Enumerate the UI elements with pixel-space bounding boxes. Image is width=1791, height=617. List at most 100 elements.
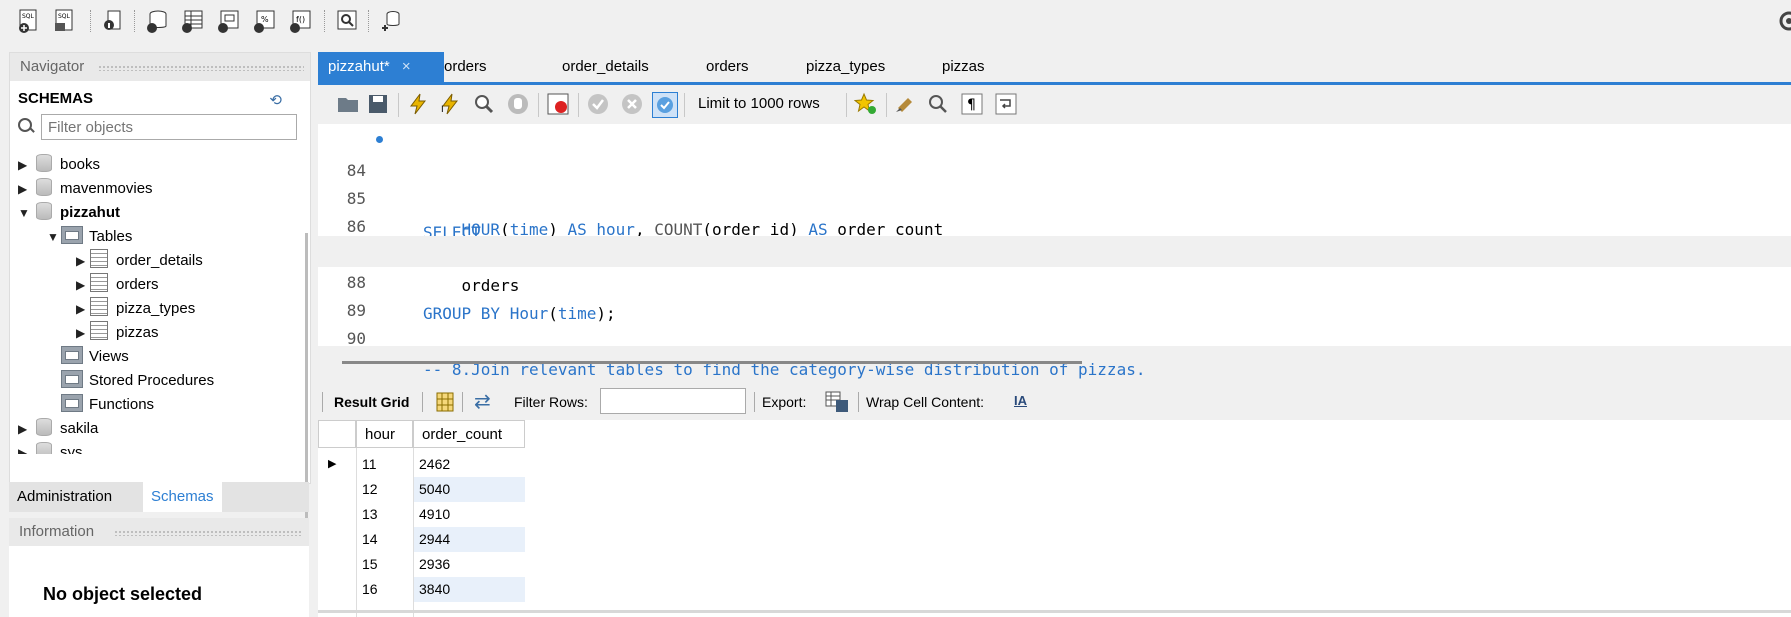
table-cell[interactable]: 14 xyxy=(356,527,413,552)
row-header-corner xyxy=(318,420,356,448)
table-cell[interactable]: 12 xyxy=(356,477,413,502)
table-cell[interactable]: 16 xyxy=(356,577,413,602)
svg-text:SQL: SQL xyxy=(58,13,71,20)
tree-item-sakila[interactable]: ▶ sakila xyxy=(18,417,98,441)
tab-pizza-types[interactable]: pizza_types xyxy=(796,52,885,82)
tree-item-mavenmovies[interactable]: ▶ mavenmovies xyxy=(18,177,153,201)
results-horizontal-scrollbar[interactable] xyxy=(318,610,1791,613)
filter-rows-input[interactable] xyxy=(600,388,746,414)
tree-item-functions[interactable]: Functions xyxy=(61,393,154,417)
stop-icon[interactable] xyxy=(506,92,530,116)
tree-item-stored-procedures[interactable]: Stored Procedures xyxy=(61,369,214,393)
tree-label: Functions xyxy=(89,396,155,413)
wrap-cell-icon[interactable]: IA xyxy=(1014,393,1027,408)
expand-arrow-icon[interactable]: ▶ xyxy=(18,441,32,454)
collapse-arrow-icon[interactable]: ▼ xyxy=(18,201,32,225)
grid-layout-icon[interactable] xyxy=(436,392,454,412)
autocommit-toggle-icon[interactable] xyxy=(652,92,678,118)
expand-arrow-icon[interactable]: ▶ xyxy=(18,153,32,177)
toolbar-separator xyxy=(422,392,423,412)
column-header-order-count[interactable]: order_count xyxy=(413,420,525,448)
expand-arrow-icon[interactable]: ▶ xyxy=(18,177,32,201)
main-toolbar: SQL SQL % f() xyxy=(0,0,1791,44)
reconnect-icon[interactable] xyxy=(378,8,404,34)
limit-rows-select[interactable]: Limit to 1000 rows ▼ xyxy=(692,91,875,117)
save-icon[interactable] xyxy=(366,92,390,116)
tree-item-views[interactable]: Views xyxy=(61,345,129,369)
table-icon xyxy=(90,249,108,268)
refresh-icon[interactable]: ⟲ xyxy=(269,91,282,109)
tree-item-pizzahut[interactable]: ▼ pizzahut xyxy=(18,201,120,225)
tab-pizzas[interactable]: pizzas xyxy=(932,52,985,82)
create-procedure-icon[interactable]: % xyxy=(252,8,278,34)
tab-schemas[interactable]: Schemas xyxy=(143,482,222,512)
tree-item-tables[interactable]: ▼ Tables xyxy=(47,225,132,249)
tree-label: pizza_types xyxy=(116,300,196,317)
toggle-error-stop-icon[interactable] xyxy=(546,92,570,116)
svg-text:I: I xyxy=(441,105,444,115)
tab-orders-2[interactable]: orders xyxy=(696,52,749,82)
execute-current-icon[interactable]: I xyxy=(438,92,462,116)
expand-arrow-icon[interactable]: ▶ xyxy=(76,273,90,297)
create-table-icon[interactable] xyxy=(180,8,206,34)
close-tab-icon[interactable]: × xyxy=(402,58,411,75)
tab-pizzahut[interactable]: pizzahut* × xyxy=(318,52,444,82)
sql-editor[interactable]: 84 SELECT 85 HOUR(time) AS hour, COUNT(o… xyxy=(318,124,1791,379)
table-cell[interactable]: 2944 xyxy=(413,527,525,552)
tree-item-sys[interactable]: ▶ sys xyxy=(18,441,83,454)
expand-arrow-icon[interactable]: ▶ xyxy=(76,321,90,345)
expand-arrow-icon[interactable]: ▶ xyxy=(18,417,32,441)
tab-order-details[interactable]: order_details xyxy=(552,52,649,82)
wrap-lines-icon[interactable] xyxy=(994,92,1018,116)
header-grip[interactable] xyxy=(98,65,304,71)
toolbar-separator xyxy=(398,93,399,117)
commit-icon[interactable] xyxy=(586,92,610,116)
create-view-icon[interactable] xyxy=(216,8,242,34)
create-function-icon[interactable]: f() xyxy=(288,8,314,34)
database-icon xyxy=(36,202,52,220)
add-snippet-icon[interactable] xyxy=(854,92,878,116)
collapse-arrow-icon[interactable]: ▼ xyxy=(47,225,61,249)
table-cell[interactable]: 2462 xyxy=(413,452,525,477)
table-cell[interactable]: 3840 xyxy=(413,577,525,602)
execute-icon[interactable] xyxy=(406,92,430,116)
current-row-arrow-icon: ▶ xyxy=(328,458,337,470)
table-cell[interactable]: 2936 xyxy=(413,552,525,577)
settings-gear-icon[interactable] xyxy=(1776,8,1791,34)
editor-horizontal-scrollbar[interactable] xyxy=(342,361,1082,364)
tree-item-pizza-types[interactable]: ▶ pizza_types xyxy=(76,297,195,321)
explain-icon[interactable] xyxy=(472,92,496,116)
beautify-icon[interactable] xyxy=(894,92,918,116)
column-header-hour[interactable]: hour xyxy=(356,420,413,448)
new-sql-tab-icon[interactable]: SQL xyxy=(16,8,42,34)
tree-item-orders[interactable]: ▶ orders xyxy=(76,273,159,297)
find-icon[interactable] xyxy=(926,92,950,116)
tree-item-books[interactable]: ▶ books xyxy=(18,153,100,177)
table-icon xyxy=(90,321,108,340)
result-grid-label[interactable]: Result Grid xyxy=(334,394,409,410)
header-grip[interactable] xyxy=(114,530,303,536)
expand-arrow-icon[interactable]: ▶ xyxy=(76,297,90,321)
table-cell[interactable]: 13 xyxy=(356,502,413,527)
create-schema-icon[interactable] xyxy=(144,8,170,34)
rollback-icon[interactable] xyxy=(620,92,644,116)
tab-administration[interactable]: Administration xyxy=(9,482,121,512)
open-file-icon[interactable] xyxy=(336,92,360,116)
table-cell[interactable]: 15 xyxy=(356,552,413,577)
toolbar-separator xyxy=(578,93,579,117)
filter-objects-input[interactable] xyxy=(41,114,297,140)
expand-arrow-icon[interactable]: ▶ xyxy=(76,249,90,273)
invisible-chars-icon[interactable]: ¶ xyxy=(960,92,984,116)
search-table-data-icon[interactable] xyxy=(334,8,360,34)
table-cell[interactable]: 4910 xyxy=(413,502,525,527)
open-sql-script-icon[interactable]: SQL xyxy=(52,8,78,34)
tree-item-order-details[interactable]: ▶ order_details xyxy=(76,249,203,273)
inspector-icon[interactable] xyxy=(100,8,126,34)
toolbar-separator xyxy=(462,392,463,412)
tree-item-pizzas[interactable]: ▶ pizzas xyxy=(76,321,159,345)
table-cell[interactable]: 5040 xyxy=(413,477,525,502)
table-cell[interactable]: 11 xyxy=(356,452,413,477)
export-icon[interactable] xyxy=(824,390,850,414)
refresh-results-icon[interactable]: ⇄ xyxy=(474,389,491,414)
tab-orders[interactable]: orders xyxy=(434,52,487,82)
